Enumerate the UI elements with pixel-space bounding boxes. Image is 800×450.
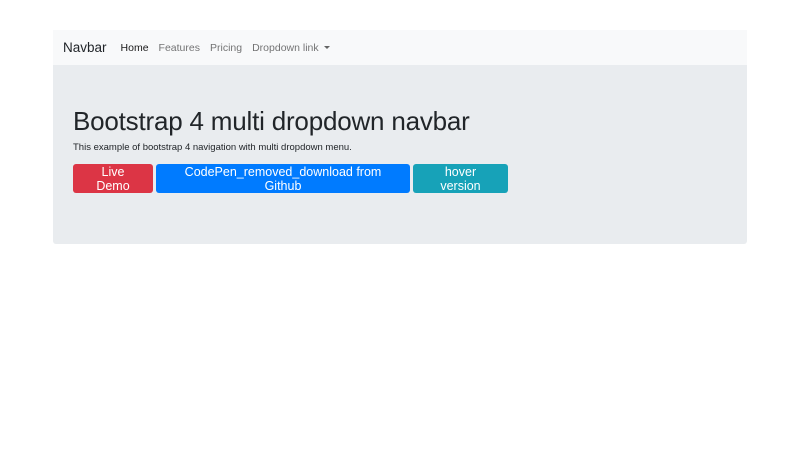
codepen-download-button[interactable]: CodePen_removed_download from Github — [156, 164, 410, 193]
nav-item-home[interactable]: Home — [121, 42, 149, 54]
page-container: Navbar Home Features Pricing Dropdown li… — [53, 30, 747, 244]
navbar-brand[interactable]: Navbar — [63, 40, 107, 55]
jumbotron: Bootstrap 4 multi dropdown navbar This e… — [53, 65, 747, 244]
caret-down-icon — [323, 46, 330, 49]
nav-item-dropdown[interactable]: Dropdown link — [252, 42, 330, 54]
nav-item-pricing[interactable]: Pricing — [210, 42, 242, 54]
nav-item-dropdown-label: Dropdown link — [252, 41, 319, 54]
page-description: This example of bootstrap 4 navigation w… — [73, 142, 352, 153]
navbar: Navbar Home Features Pricing Dropdown li… — [53, 30, 747, 65]
page-title: Bootstrap 4 multi dropdown navbar — [73, 106, 470, 136]
live-demo-button[interactable]: Live Demo — [73, 164, 153, 193]
hover-version-button[interactable]: hover version — [413, 164, 508, 193]
button-row: Live Demo CodePen_removed_download from … — [73, 164, 727, 193]
nav-item-features[interactable]: Features — [159, 42, 200, 54]
